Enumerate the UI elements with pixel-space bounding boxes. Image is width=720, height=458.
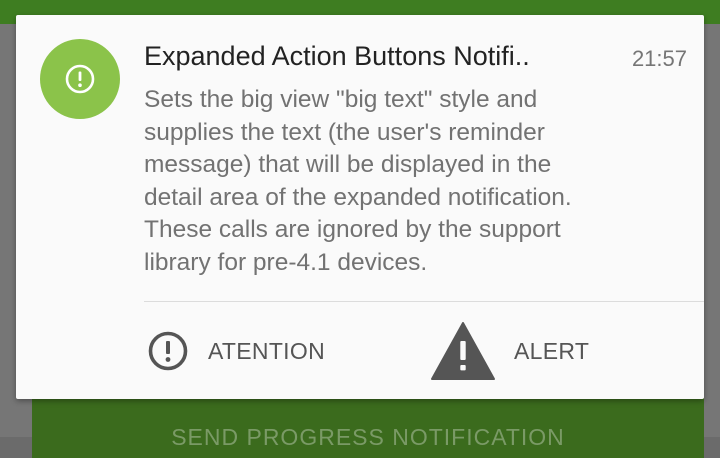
warning-triangle-icon [430,321,496,381]
send-progress-notification-button[interactable]: SEND PROGRESS NOTIFICATION [32,398,704,458]
body-line: Sets the big view "big text" style and [144,86,538,113]
notification-time: 21:57 [631,46,687,71]
exclamation-circle-icon [40,39,120,119]
body-line: library for pre-4.1 devices. [144,248,428,276]
actions-divider [144,301,704,302]
atention-action-button[interactable]: ATENTION [146,318,325,384]
body-line: supplies the text (the user's reminder [144,118,545,146]
body-line: message) that will be displayed in the [144,151,552,178]
notification-card[interactable]: Expanded Action Buttons Notifi.. 21:57 S… [16,15,704,399]
body-line: These calls are ignored by the support [144,216,561,243]
alert-action-button[interactable]: ALERT [430,318,589,384]
body-line: detail area of the expanded notification… [144,183,572,211]
notification-body: Sets the big view "big text" style and s… [144,84,664,279]
exclamation-circle-outline-icon [146,329,190,373]
notification-title: Expanded Action Buttons Notifi.. [144,41,530,71]
atention-action-label: ATENTION [208,337,325,364]
alert-action-label: ALERT [514,337,590,364]
